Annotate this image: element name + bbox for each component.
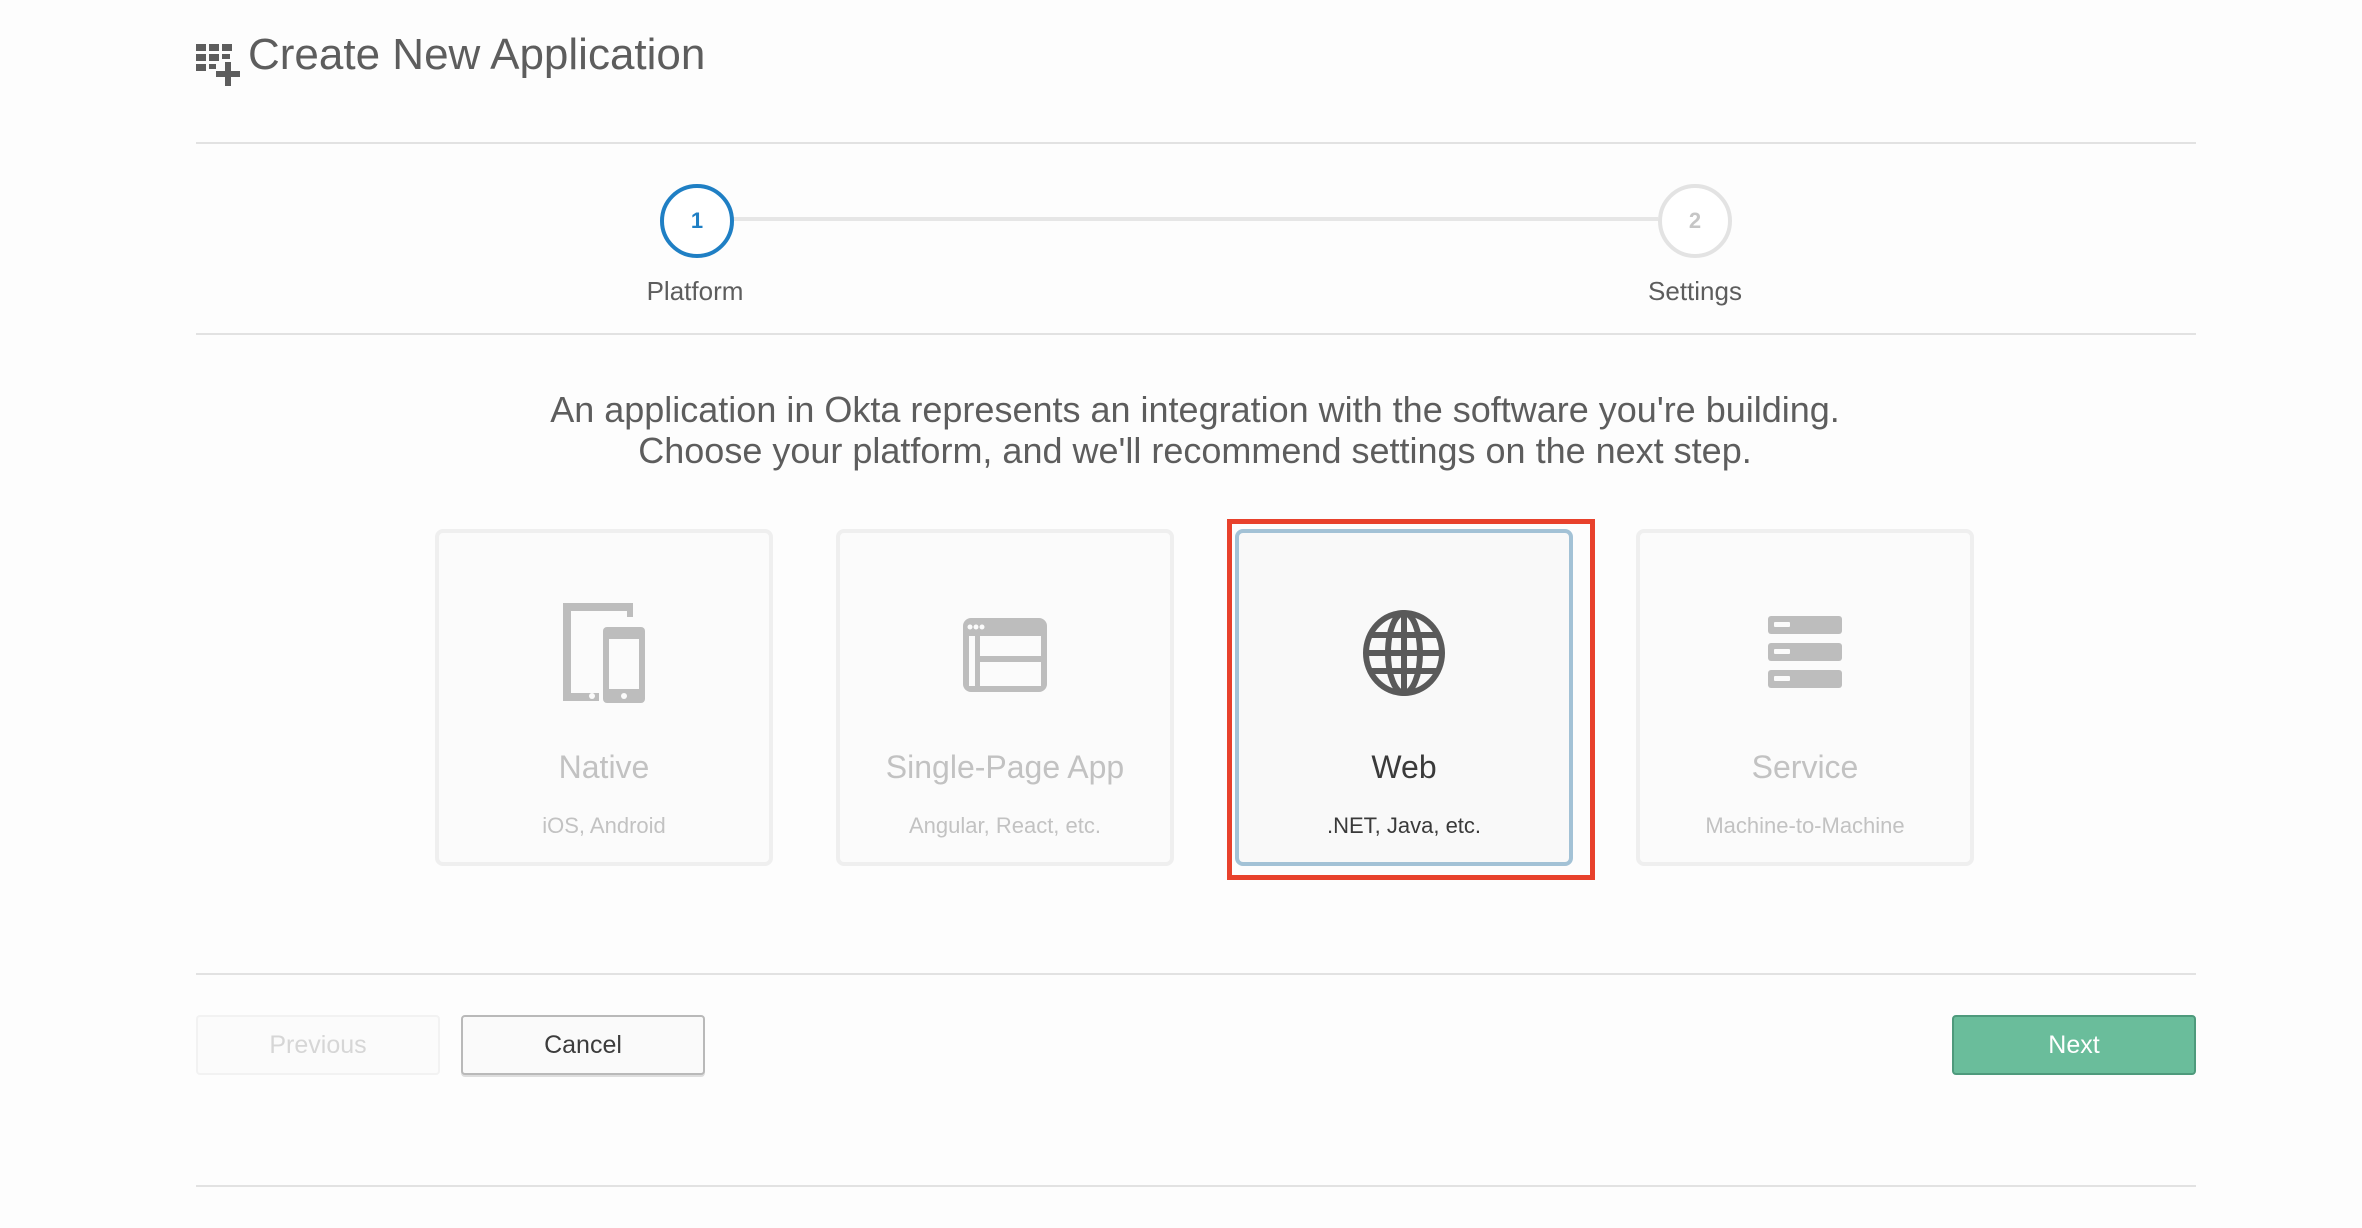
page-title: Create New Application — [248, 30, 706, 79]
platform-subtitle: iOS, Android — [542, 813, 666, 838]
step-1-label: Platform — [646, 276, 744, 306]
step-1-indicator: 1 — [660, 184, 734, 258]
divider — [196, 1185, 2196, 1187]
browser-layout-icon — [963, 618, 1047, 692]
cancel-button[interactable]: Cancel — [461, 1015, 705, 1075]
stepper-track — [732, 217, 1658, 221]
platform-subtitle: Machine-to-Machine — [1705, 813, 1905, 838]
description: An application in Okta represents an int… — [0, 389, 2362, 471]
platform-name: Single-Page App — [885, 749, 1125, 785]
platform-card-service[interactable]: Service Machine-to-Machine — [1636, 529, 1974, 866]
server-stack-icon — [1768, 616, 1842, 688]
description-line-1: An application in Okta represents an int… — [550, 389, 1840, 430]
selection-highlight — [1227, 519, 1595, 880]
divider — [196, 973, 2196, 975]
platform-card-single-page-app[interactable]: Single-Page App Angular, React, etc. — [836, 529, 1174, 866]
platform-card-native[interactable]: Native iOS, Android — [435, 529, 773, 866]
mobile-devices-icon — [563, 603, 645, 703]
description-line-2: Choose your platform, and we'll recommen… — [638, 430, 1752, 471]
platform-subtitle: Angular, React, etc. — [909, 813, 1101, 838]
next-button[interactable]: Next — [1952, 1015, 2196, 1075]
divider — [196, 142, 2196, 144]
platform-name: Service — [1751, 749, 1859, 785]
platform-name: Native — [558, 749, 650, 785]
divider — [196, 333, 2196, 335]
grid-plus-icon — [196, 44, 240, 86]
step-2-indicator: 2 — [1658, 184, 1732, 258]
step-2-label: Settings — [1648, 276, 1742, 306]
previous-button[interactable]: Previous — [196, 1015, 440, 1075]
